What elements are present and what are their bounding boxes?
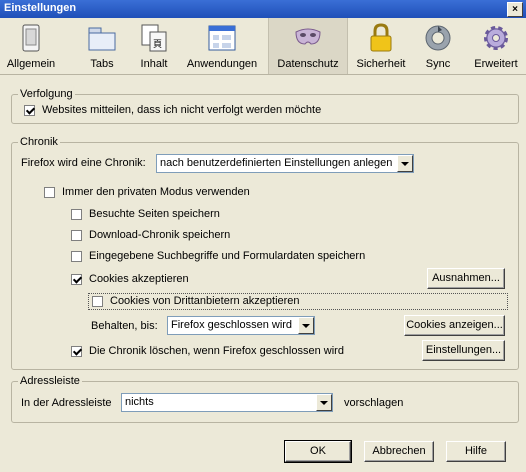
title-bar: Einstellungen ×: [0, 0, 526, 18]
addressbar-suffix: vorschlagen: [344, 397, 404, 409]
tracking-group: Verfolgung Websites mitteilen, dass ich …: [11, 88, 519, 124]
history-mode-label: Firefox wird eine Chronik:: [21, 157, 146, 169]
show-cookies-button[interactable]: Cookies anzeigen...: [404, 315, 505, 336]
tab-general[interactable]: Allgemein: [0, 18, 62, 74]
tab-content-label: Inhalt: [140, 58, 168, 70]
history-mode-select[interactable]: nach benutzerdefinierten Einstellungen a…: [156, 154, 414, 173]
visited-pages-checkbox[interactable]: [71, 209, 82, 220]
download-history-label: Download-Chronik speichern: [89, 229, 231, 241]
tab-applications[interactable]: Anwendungen: [183, 18, 261, 74]
search-form-label: Eingegebene Suchbegriffe und Formulardat…: [89, 250, 366, 262]
gear-icon: [484, 26, 508, 50]
tab-applications-label: Anwendungen: [186, 58, 258, 70]
keep-until-label: Behalten, bis:: [91, 320, 158, 332]
private-mode-label: Immer den privaten Modus verwenden: [62, 186, 250, 198]
keep-until-value: Firefox geschlossen wird: [171, 319, 293, 331]
help-button[interactable]: Hilfe: [446, 441, 506, 462]
clear-history-label: Die Chronik löschen, wenn Firefox geschl…: [89, 345, 344, 357]
tab-advanced[interactable]: Erweitert: [468, 18, 524, 74]
switch-icon: [22, 24, 40, 52]
history-group: Chronik Firefox wird eine Chronik: nach …: [11, 136, 519, 370]
tab-general-label: Allgemein: [6, 58, 56, 70]
private-mode-checkbox[interactable]: [44, 187, 55, 198]
tab-security[interactable]: Sicherheit: [351, 18, 411, 74]
content-icon: 頁: [141, 24, 167, 52]
chevron-down-icon[interactable]: [298, 317, 314, 334]
addressbar-group: Adressleiste In der Adressleiste nichts …: [11, 375, 519, 423]
privacy-mask-icon: [295, 28, 321, 45]
tab-security-label: Sicherheit: [356, 58, 406, 70]
visited-pages-label: Besuchte Seiten speichern: [89, 208, 220, 220]
chevron-down-icon[interactable]: [316, 394, 332, 411]
exceptions-button[interactable]: Ausnahmen...: [427, 268, 505, 289]
preferences-toolbar: Allgemein Tabs 頁 Inhalt Anwendungen Date…: [0, 18, 526, 75]
thirdparty-cookies-label: Cookies von Drittanbietern akzeptieren: [110, 295, 300, 307]
history-legend: Chronik: [18, 136, 60, 148]
applications-icon: [208, 25, 236, 51]
cookies-label: Cookies akzeptieren: [89, 273, 189, 285]
sync-icon: [425, 25, 451, 51]
tab-tabs-label: Tabs: [90, 58, 114, 70]
tracking-legend: Verfolgung: [18, 88, 75, 100]
cancel-button[interactable]: Abbrechen: [364, 441, 434, 462]
close-button[interactable]: ×: [507, 2, 523, 17]
cookies-checkbox[interactable]: [71, 274, 82, 285]
history-settings-button[interactable]: Einstellungen...: [422, 340, 505, 361]
tabs-icon: [88, 27, 116, 51]
tab-advanced-label: Erweitert: [474, 58, 518, 70]
ok-button[interactable]: OK: [284, 440, 352, 463]
addressbar-select[interactable]: nichts: [121, 393, 333, 412]
history-mode-value: nach benutzerdefinierten Einstellungen a…: [160, 157, 393, 169]
addressbar-label: In der Adressleiste: [21, 397, 112, 409]
tab-privacy-label: Datenschutz: [277, 58, 339, 70]
tab-content[interactable]: 頁 Inhalt: [130, 18, 178, 74]
dnt-label: Websites mitteilen, dass ich nicht verfo…: [42, 104, 322, 116]
search-form-checkbox[interactable]: [71, 251, 82, 262]
tab-privacy[interactable]: Datenschutz: [268, 18, 348, 74]
window-title: Einstellungen: [4, 2, 77, 14]
dnt-checkbox[interactable]: [24, 105, 35, 116]
tab-tabs[interactable]: Tabs: [74, 18, 130, 74]
tab-sync[interactable]: Sync: [416, 18, 460, 74]
thirdparty-cookies-checkbox[interactable]: [92, 296, 103, 307]
download-history-checkbox[interactable]: [71, 230, 82, 241]
tab-sync-label: Sync: [425, 58, 451, 70]
lock-icon: [370, 23, 392, 52]
svg-text:頁: 頁: [153, 39, 162, 50]
addressbar-value: nichts: [125, 396, 154, 408]
keep-until-select[interactable]: Firefox geschlossen wird: [167, 316, 315, 335]
addressbar-legend: Adressleiste: [18, 375, 82, 387]
chevron-down-icon[interactable]: [397, 155, 413, 172]
clear-history-checkbox[interactable]: [71, 346, 82, 357]
